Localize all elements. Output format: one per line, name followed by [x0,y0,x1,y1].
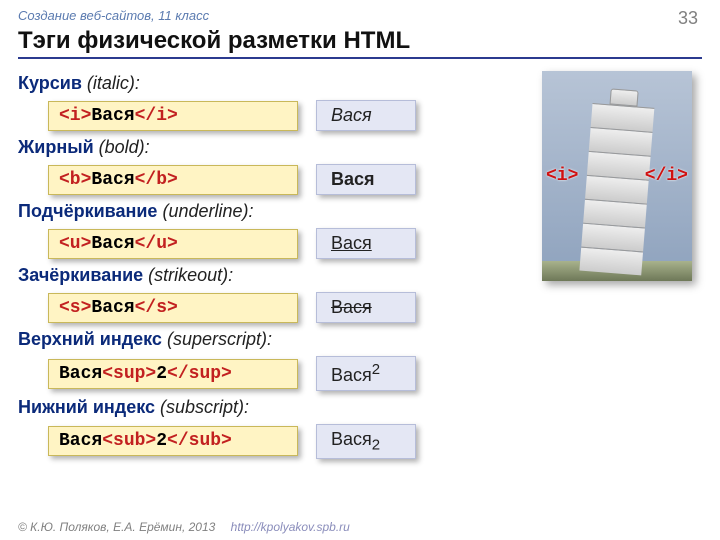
code-close-tag: </u> [135,234,178,254]
code-close-tag: </i> [135,106,178,126]
code-close-tag: </s> [135,298,178,318]
section-label-en: (subscript): [155,397,249,417]
result-box: Вася [316,292,416,323]
code-open-tag: <i> [59,106,91,126]
example-row: Вася<sup>2</sup> Вася2 [48,356,532,391]
code-box: <u>Вася</u> [48,229,298,259]
section-label-en: (strikeout): [143,265,233,285]
image-close-tag: </i> [645,166,688,186]
example-row: <b>Вася</b> Вася [48,164,532,195]
result-box: Вася2 [316,356,416,391]
section-label-en: (superscript): [162,329,272,349]
result-box: Вася [316,100,416,131]
section-label-en: (underline): [157,201,253,221]
code-close-tag: </sup> [167,364,232,384]
page-number: 33 [678,8,698,29]
section-label-ru: Нижний индекс [18,397,155,417]
copyright: © К.Ю. Поляков, Е.А. Ерёмин, 2013 [18,520,215,534]
image-column: <i> </i> [532,67,702,459]
footer: © К.Ю. Поляков, Е.А. Ерёмин, 2013 http:/… [18,520,350,534]
content: Курсив (italic):<i>Вася</i>ВасяЖирный (b… [18,67,702,459]
code-open-tag: <s> [59,298,91,318]
result-box: Вася2 [316,424,416,459]
examples-column: Курсив (italic):<i>Вася</i>ВасяЖирный (b… [18,67,532,459]
section-label: Жирный (bold): [18,137,532,158]
code-box: <b>Вася</b> [48,165,298,195]
example-row: Вася<sub>2</sub> Вася2 [48,424,532,459]
section-label: Нижний индекс (subscript): [18,397,532,418]
section-label: Зачёркивание (strikeout): [18,265,532,286]
section-label-ru: Подчёркивание [18,201,157,221]
section-label-ru: Верхний индекс [18,329,162,349]
code-box: Вася<sup>2</sup> [48,359,298,389]
image-open-tag: <i> [546,166,578,186]
example-row: <u>Вася</u> Вася [48,228,532,259]
section-label: Верхний индекс (superscript): [18,329,532,350]
code-close-tag: </sub> [167,431,232,451]
pisa-tower-image: <i> </i> [542,71,692,281]
section-label-ru: Курсив [18,73,82,93]
code-open-tag: <sup> [102,364,156,384]
course-label: Создание веб-сайтов, 11 класс [18,8,702,23]
code-open-tag: <u> [59,234,91,254]
code-open-tag: <b> [59,170,91,190]
example-row: <i>Вася</i> Вася [48,100,532,131]
result-box: Вася [316,228,416,259]
code-open-tag: <sub> [102,431,156,451]
section-label-en: (italic): [82,73,140,93]
code-close-tag: </b> [135,170,178,190]
footer-url: http://kpolyakov.spb.ru [231,520,350,534]
section-label: Курсив (italic): [18,73,532,94]
slide-title: Тэги физической разметки HTML [18,27,702,59]
slide: Создание веб-сайтов, 11 класс 33 Тэги фи… [0,0,720,540]
result-box: Вася [316,164,416,195]
section-label-ru: Зачёркивание [18,265,143,285]
section-label: Подчёркивание (underline): [18,201,532,222]
section-label-ru: Жирный [18,137,94,157]
section-label-en: (bold): [94,137,150,157]
code-box: <i>Вася</i> [48,101,298,131]
example-row: <s>Вася</s> Вася [48,292,532,323]
code-box: <s>Вася</s> [48,293,298,323]
code-box: Вася<sub>2</sub> [48,426,298,456]
